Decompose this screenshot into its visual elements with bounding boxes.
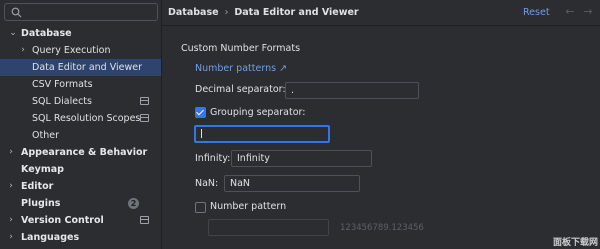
sidebar-item-version-control[interactable]: › Version Control xyxy=(0,212,161,229)
chevron-down-icon[interactable]: ⌄ xyxy=(8,25,18,42)
decimal-separator-label: Decimal separator: xyxy=(195,84,286,95)
decimal-separator-field[interactable]: . xyxy=(285,82,419,99)
grouping-separator-checkbox[interactable] xyxy=(195,107,206,118)
sidebar-item-database[interactable]: ⌄ Database xyxy=(0,25,161,42)
sidebar-item-label: Plugins xyxy=(21,198,61,209)
sidebar-item-other[interactable]: Other xyxy=(0,127,161,144)
watermark: 面板下载网 xyxy=(552,238,598,248)
header-divider xyxy=(162,25,600,26)
forward-arrow-icon[interactable]: → xyxy=(581,4,595,20)
sidebar-item-label: CSV Formats xyxy=(32,79,93,90)
chevron-right-icon[interactable]: › xyxy=(6,212,16,229)
number-patterns-link[interactable]: Number patterns ↗ xyxy=(195,63,287,75)
chevron-right-icon[interactable]: › xyxy=(18,42,28,59)
breadcrumb-current: Data Editor and Viewer xyxy=(234,7,359,18)
infinity-field[interactable]: Infinity xyxy=(231,150,372,167)
search-input[interactable] xyxy=(4,3,158,21)
text-caret xyxy=(201,129,202,138)
sidebar-item-label: Keymap xyxy=(21,164,64,175)
sidebar-item-sql-resolution-scopes[interactable]: SQL Resolution Scopes xyxy=(0,110,161,127)
sidebar-item-editor[interactable]: › Editor xyxy=(0,178,161,195)
sidebar-item-label: Data Editor and Viewer xyxy=(32,62,143,73)
settings-tree: ⌄ Database › Query Execution Data Editor… xyxy=(0,25,161,246)
grouping-separator-field[interactable] xyxy=(194,125,330,143)
sidebar-item-label: Database xyxy=(21,28,72,39)
sidebar-item-label: Appearance & Behavior xyxy=(21,147,148,158)
project-settings-icon xyxy=(140,216,149,224)
sidebar-item-label: Version Control xyxy=(21,215,104,226)
sidebar-item-label: Query Execution xyxy=(32,45,111,56)
infinity-label: Infinity: xyxy=(195,153,231,164)
sidebar-item-appearance-behavior[interactable]: › Appearance & Behavior xyxy=(0,144,161,161)
chevron-right-icon[interactable]: › xyxy=(6,229,16,246)
chevron-right-icon[interactable]: › xyxy=(6,178,16,195)
breadcrumb-separator: › xyxy=(224,7,229,18)
settings-content: Database › Data Editor and Viewer Reset ← … xyxy=(162,0,600,249)
plugins-update-badge: 2 xyxy=(128,198,139,209)
section-title: Custom Number Formats xyxy=(181,43,301,54)
sidebar-item-label: SQL Resolution Scopes xyxy=(32,113,141,124)
sidebar-item-label: Editor xyxy=(21,181,54,192)
number-pattern-label: Number pattern xyxy=(210,201,287,212)
back-arrow-icon[interactable]: ← xyxy=(563,4,577,20)
nan-label: NaN: xyxy=(195,178,219,189)
number-pattern-field xyxy=(208,219,329,236)
sidebar-item-label: Other xyxy=(32,130,59,141)
sidebar-item-label: SQL Dialects xyxy=(32,96,92,107)
nan-field[interactable]: NaN xyxy=(224,175,360,192)
number-pattern-checkbox[interactable] xyxy=(195,202,206,213)
settings-sidebar: ⌄ Database › Query Execution Data Editor… xyxy=(0,0,162,249)
grouping-separator-label: Grouping separator: xyxy=(210,107,306,118)
project-settings-icon xyxy=(140,97,149,105)
sidebar-item-keymap[interactable]: Keymap xyxy=(0,161,161,178)
breadcrumb-root[interactable]: Database xyxy=(168,7,219,18)
sidebar-item-plugins[interactable]: Plugins 2 xyxy=(0,195,161,212)
sidebar-item-label: Languages xyxy=(21,232,80,243)
sidebar-item-csv-formats[interactable]: CSV Formats xyxy=(0,76,161,93)
project-settings-icon xyxy=(140,114,149,122)
number-pattern-preview: 123456789.123456 xyxy=(340,223,424,233)
sidebar-item-data-editor-and-viewer[interactable]: Data Editor and Viewer xyxy=(0,59,161,76)
search-icon xyxy=(11,7,22,18)
breadcrumb: Database › Data Editor and Viewer xyxy=(168,6,359,20)
sidebar-item-query-execution[interactable]: › Query Execution xyxy=(0,42,161,59)
chevron-right-icon[interactable]: › xyxy=(6,144,16,161)
sidebar-item-sql-dialects[interactable]: SQL Dialects xyxy=(0,93,161,110)
reset-button[interactable]: Reset xyxy=(523,6,550,20)
sidebar-item-languages[interactable]: › Languages xyxy=(0,229,161,246)
